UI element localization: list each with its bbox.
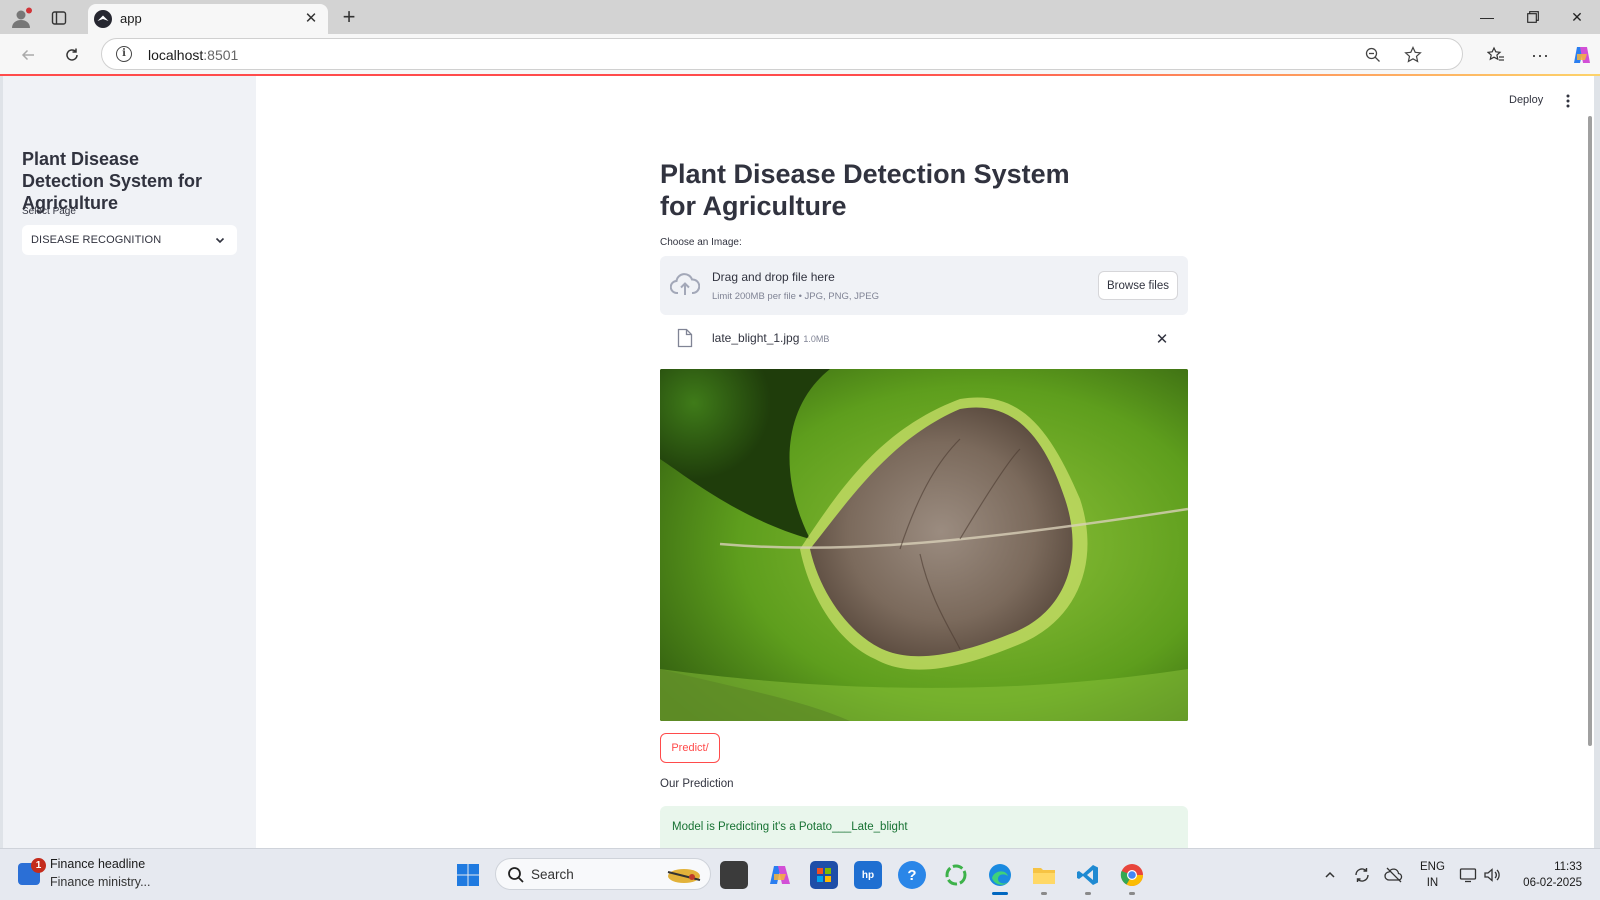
select-page-label: Select Page [22,206,76,217]
app-menu-icon[interactable] [1561,92,1575,110]
news-headline: Finance headline [50,857,146,871]
scrollbar-thumb[interactable] [1588,116,1592,746]
volume-icon[interactable] [1482,865,1502,885]
green-ring-app-icon[interactable] [942,861,970,889]
chevron-down-icon [213,233,227,247]
search-icon [506,865,526,885]
help-app-icon[interactable]: ? [898,861,926,889]
prediction-success-alert: Model is Predicting it's a Potato___Late… [660,806,1188,848]
vscode-open-indicator [1085,892,1091,895]
file-explorer-icon[interactable] [1030,861,1058,895]
task-view-icon[interactable] [720,861,748,889]
site-info-icon[interactable]: i [116,46,132,62]
refresh-icon[interactable] [58,41,86,69]
dropzone-limit-text: Limit 200MB per file • JPG, PNG, JPEG [712,291,879,302]
network-icon[interactable] [1458,865,1478,885]
browse-files-button[interactable]: Browse files [1098,271,1178,300]
edge-browser-icon[interactable] [986,861,1014,895]
predict-button[interactable]: Predict/ [660,733,720,763]
edge-active-indicator [992,892,1008,895]
news-badge: 1 [31,858,46,873]
favorites-icon[interactable] [1482,41,1510,69]
cloud-upload-icon [669,272,701,298]
explorer-open-indicator [1041,892,1047,895]
windows-start-icon[interactable] [454,861,482,889]
system-clock[interactable]: 11:33 06-02-2025 [1506,859,1582,891]
select-page-dropdown[interactable]: DISEASE RECOGNITION [22,225,237,255]
prediction-heading: Our Prediction [660,778,734,790]
uploader-label: Choose an Image: [660,237,742,248]
zoom-out-icon[interactable] [1362,44,1384,66]
input-language-indicator[interactable]: ENG IN [1420,859,1445,891]
tab-title: app [120,11,142,26]
file-icon [677,328,693,348]
tab-close-icon[interactable]: ✕ [300,7,322,29]
more-menu-icon[interactable]: ··· [1526,41,1554,69]
app-main: Deploy Plant Disease Detection System fo… [256,76,1594,848]
main-scrollbar[interactable] [1586,76,1594,848]
file-dropzone[interactable]: Drag and drop file here Limit 200MB per … [660,256,1188,315]
sync-icon[interactable] [1352,865,1372,885]
page-title: Plant Disease Detection System for Agric… [660,159,1070,221]
address-bar[interactable]: i localhost:8501 [101,38,1463,70]
select-page-value: DISEASE RECOGNITION [31,234,162,246]
clock-date: 06-02-2025 [1523,877,1582,889]
prediction-result-text: Model is Predicting it's a Potato___Late… [672,821,908,833]
uploaded-file-size: 1.0MB [803,334,830,344]
clock-time: 11:33 [1554,861,1582,873]
deploy-button[interactable]: Deploy [1509,94,1543,106]
taskbar-search-placeholder: Search [531,867,574,882]
new-tab-icon[interactable]: + [336,4,362,30]
copilot-icon[interactable] [1568,41,1596,69]
chrome-open-indicator [1129,892,1135,895]
tab-actions-icon[interactable] [46,5,72,31]
browser-toolbar: i localhost:8501 ··· [0,34,1600,74]
browser-tab-app[interactable]: app ✕ [88,4,328,34]
profile-icon[interactable] [8,5,34,31]
uploaded-file-row: late_blight_1.jpg 1.0MB ✕ [660,323,1188,355]
news-subtitle: Finance ministry... [50,875,151,889]
hp-app-icon[interactable]: hp [854,861,882,889]
show-hidden-icons-chevron-icon[interactable] [1320,865,1340,885]
back-arrow-icon[interactable] [14,41,42,69]
sidebar-title: Plant Disease Detection System for Agric… [22,149,203,213]
uploaded-file-name: late_blight_1.jpg 1.0MB [712,331,830,345]
dropzone-instructions: Drag and drop file here [712,270,835,284]
copilot-app-icon[interactable] [766,861,794,889]
url-text: localhost:8501 [148,47,239,63]
onedrive-offline-icon[interactable] [1384,865,1404,885]
chrome-icon[interactable] [1118,861,1146,895]
streamlit-favicon-icon [94,10,112,28]
windows-taskbar: 1 Finance headline Finance ministry... S… [0,848,1600,900]
favorite-star-icon[interactable] [1402,44,1424,66]
uploaded-leaf-image [660,369,1188,721]
vscode-icon[interactable] [1074,861,1102,895]
browser-tab-strip: app ✕ + — ✕ [0,0,1600,34]
microsoft-store-icon[interactable] [810,861,838,889]
restore-icon[interactable] [1510,0,1556,34]
minimize-icon[interactable]: — [1464,0,1510,34]
taskbar-search-box[interactable]: Search [495,858,711,890]
close-window-icon[interactable]: ✕ [1554,0,1600,34]
remove-file-icon[interactable]: ✕ [1151,328,1173,350]
app-sidebar: Plant Disease Detection System for Agric… [3,76,256,848]
search-highlight-art-icon [664,864,704,886]
